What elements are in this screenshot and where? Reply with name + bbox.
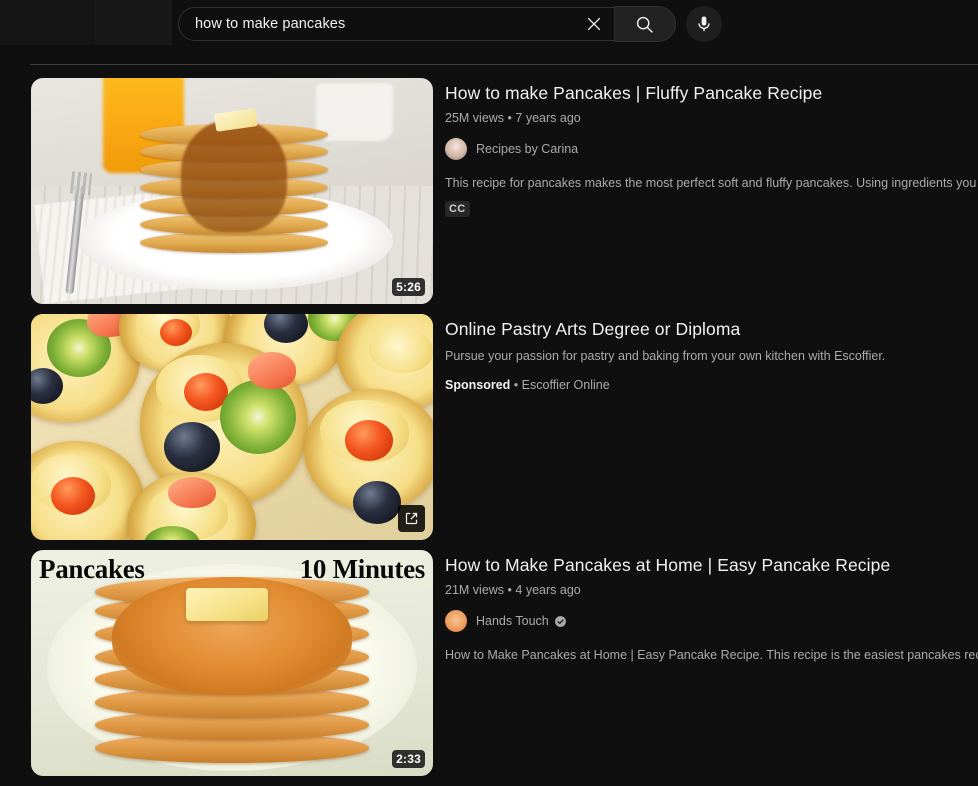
search-input[interactable] — [195, 16, 574, 32]
channel-row[interactable]: Recipes by Carina — [445, 138, 978, 160]
ad-thumbnail[interactable] — [31, 314, 433, 540]
verified-badge — [554, 615, 567, 628]
microphone-icon — [698, 16, 710, 32]
publish-date: 4 years ago — [515, 583, 581, 597]
video-metadata: How to Make Pancakes at Home | Easy Panc… — [433, 550, 978, 664]
external-link-button[interactable] — [398, 505, 425, 532]
ad-source: Sponsored • Escoffier Online — [445, 378, 978, 392]
search-result-video[interactable]: Pancakes 10 Minutes 2:33 How to Make Pan… — [0, 550, 978, 776]
header-divider — [30, 64, 978, 65]
thumbnail-artwork — [31, 314, 433, 540]
video-stats: 21M views • 4 years ago — [445, 581, 978, 599]
stats-separator: • — [507, 111, 512, 125]
thumbnail-artwork: Pancakes 10 Minutes — [31, 550, 433, 776]
search-submit-button[interactable] — [614, 6, 676, 42]
publish-date: 7 years ago — [515, 111, 581, 125]
video-duration-badge: 5:26 — [392, 278, 425, 296]
video-description: This recipe for pancakes makes the most … — [445, 176, 978, 190]
video-stats: 25M views • 7 years ago — [445, 109, 978, 127]
video-badges: CC — [445, 201, 978, 218]
channel-row[interactable]: Hands Touch — [445, 610, 978, 632]
search-icon — [636, 16, 653, 33]
video-duration-badge: 2:33 — [392, 750, 425, 768]
ad-title[interactable]: Online Pastry Arts Degree or Diploma — [445, 317, 978, 341]
sponsored-label: Sponsored — [445, 378, 511, 392]
ad-metadata: Online Pastry Arts Degree or Diploma Pur… — [433, 314, 978, 392]
search-box[interactable] — [178, 7, 615, 41]
masthead-left-band-inner — [0, 0, 95, 45]
channel-name[interactable]: Hands Touch — [476, 614, 549, 628]
advertiser-name[interactable]: Escoffier Online — [522, 378, 610, 392]
closed-captions-badge: CC — [445, 201, 470, 218]
ad-separator: • — [513, 378, 519, 392]
channel-name[interactable]: Recipes by Carina — [476, 142, 578, 156]
thumbnail-text-left: Pancakes — [39, 554, 145, 584]
view-count: 21M views — [445, 583, 505, 597]
view-count: 25M views — [445, 111, 505, 125]
thumbnail-text-right: 10 Minutes — [299, 554, 426, 584]
voice-search-button[interactable] — [686, 6, 722, 42]
video-metadata: How to make Pancakes | Fluffy Pancake Re… — [433, 78, 978, 218]
verified-check-icon — [554, 615, 566, 627]
video-title[interactable]: How to Make Pancakes at Home | Easy Panc… — [445, 553, 978, 577]
clear-search-button[interactable] — [574, 7, 614, 41]
search-result-video[interactable]: 5:26 How to make Pancakes | Fluffy Panca… — [0, 78, 978, 304]
masthead — [0, 0, 978, 46]
stats-separator: • — [507, 583, 512, 597]
video-description: How to Make Pancakes at Home | Easy Panc… — [445, 648, 978, 662]
ad-description: Pursue your passion for pastry and bakin… — [445, 349, 886, 363]
search-result-ad[interactable]: Online Pastry Arts Degree or Diploma Pur… — [0, 314, 978, 540]
thumbnail-artwork — [31, 78, 433, 304]
video-title[interactable]: How to make Pancakes | Fluffy Pancake Re… — [445, 81, 978, 105]
close-icon — [587, 17, 601, 31]
external-link-icon — [405, 512, 418, 525]
channel-avatar — [445, 138, 467, 160]
search-area — [178, 6, 722, 42]
search-results-list: 5:26 How to make Pancakes | Fluffy Panca… — [0, 78, 978, 786]
video-thumbnail[interactable]: 5:26 — [31, 78, 433, 304]
video-thumbnail[interactable]: Pancakes 10 Minutes 2:33 — [31, 550, 433, 776]
channel-avatar — [445, 610, 467, 632]
